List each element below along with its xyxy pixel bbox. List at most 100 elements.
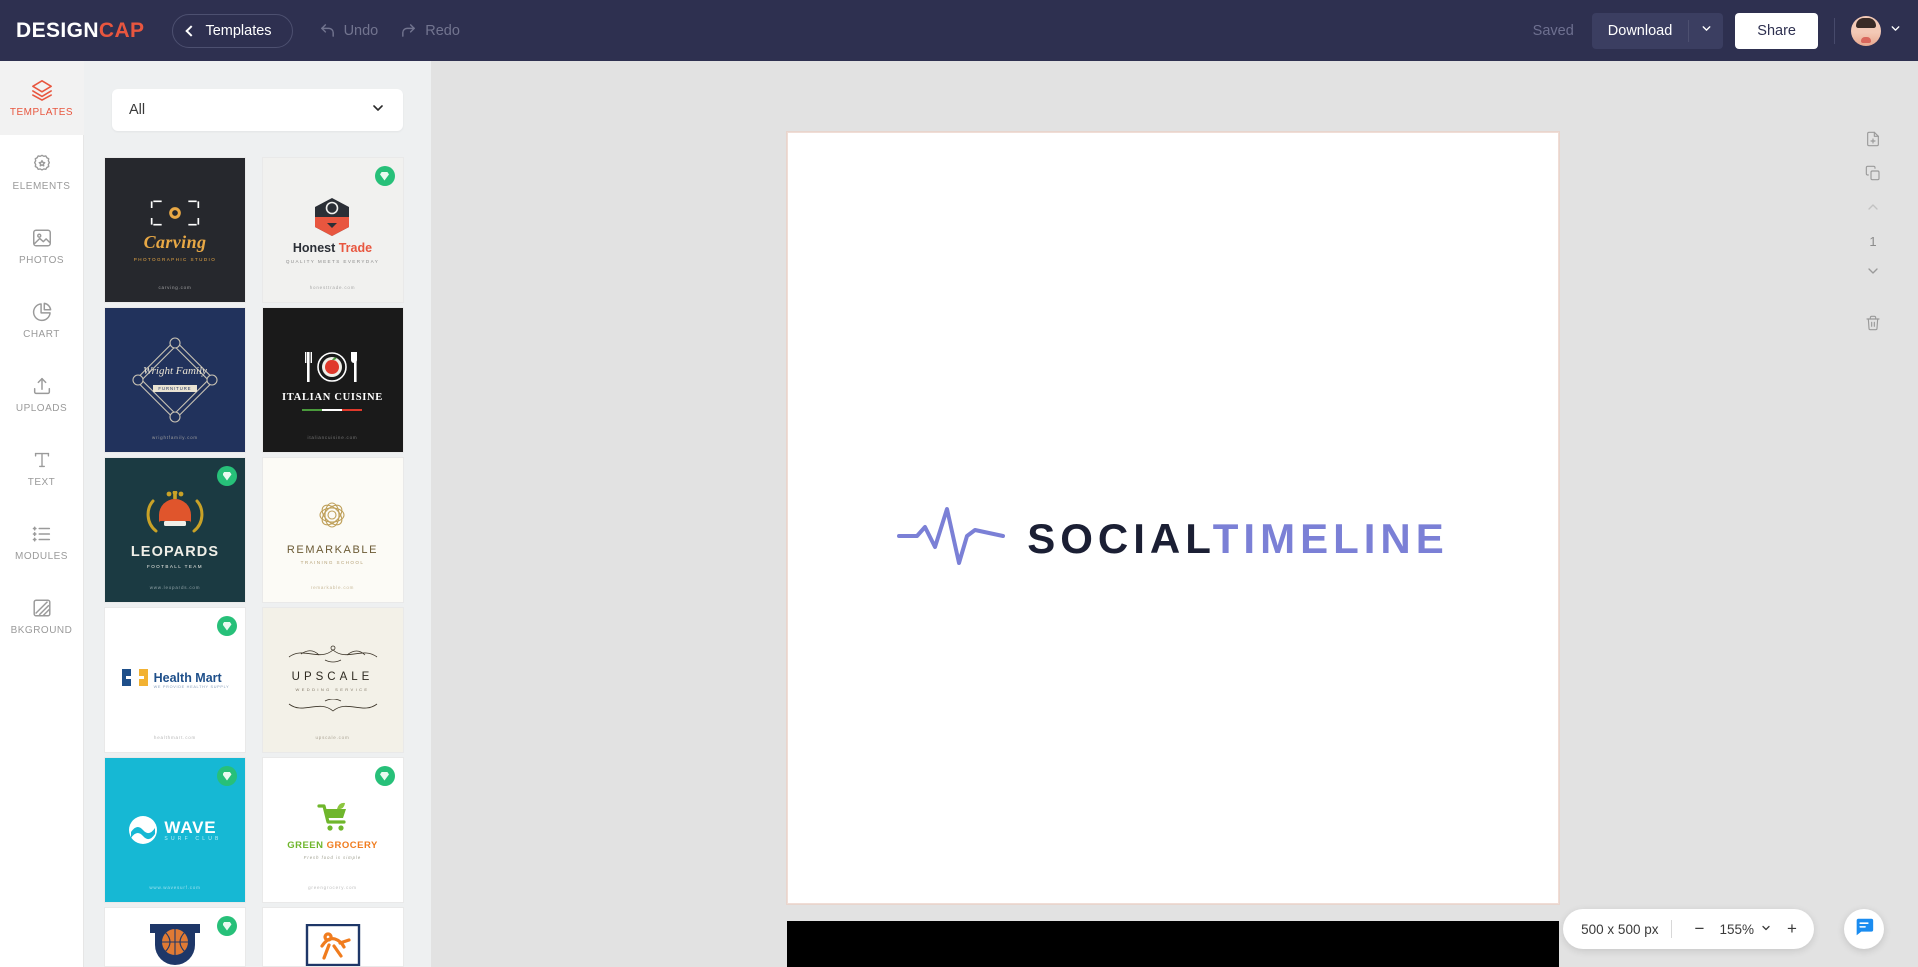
page-tools: 1 (1857, 124, 1889, 342)
zoom-level-value: 155% (1719, 921, 1754, 937)
sidebar-item-modules[interactable]: MODULES (0, 505, 84, 579)
sidebar-item-label: CHART (23, 328, 60, 340)
zoom-level-dropdown[interactable]: 155% (1719, 922, 1772, 937)
pulse-wave-icon (897, 505, 1006, 572)
template-card[interactable]: GREEN GROCERY Fresh food is simple green… (261, 757, 404, 903)
upload-icon (31, 375, 53, 397)
template-name: ITALIAN CUISINE (281, 391, 384, 403)
text-t-icon (31, 449, 53, 471)
category-dropdown[interactable]: All (112, 89, 403, 131)
chat-bubble-icon (1853, 916, 1875, 943)
page-move-up-button[interactable] (1857, 192, 1889, 226)
trash-icon (1865, 315, 1881, 336)
sidebar-item-label: ELEMENTS (12, 180, 71, 192)
template-card[interactable]: Health Mart WE PROVIDE HEALTHY SUPPLY he… (104, 607, 246, 753)
template-card[interactable]: REMARKABLE TRAINING SCHOOL remarkable.co… (261, 457, 404, 603)
page-number: 1 (1869, 233, 1877, 249)
canvas-dimensions: 500 x 500 px (1581, 921, 1659, 937)
premium-badge-icon (217, 616, 237, 636)
template-footer: greengrocery.com (308, 885, 357, 890)
add-page-button[interactable] (1857, 124, 1889, 158)
zoom-in-button[interactable]: + (1778, 915, 1806, 943)
account-menu-button[interactable] (1889, 22, 1902, 40)
feedback-chat-button[interactable] (1844, 909, 1884, 949)
template-footer: www.leopards.com (149, 585, 201, 590)
chevron-down-icon (1865, 263, 1881, 284)
template-name: UPSCALE (291, 670, 374, 683)
top-bar: DESIGNCAP Templates Undo Redo Saved Down… (0, 0, 1918, 61)
canvas-page-1[interactable]: SOCIALTIMELINE socialtimeline.io (786, 131, 1560, 947)
zoom-out-button[interactable]: − (1685, 915, 1713, 943)
template-card[interactable]: Honest Trade QUALITY MEETS EVERYDAY hone… (261, 157, 404, 303)
undo-icon (319, 22, 336, 39)
badge-star-icon (31, 153, 53, 175)
download-dropdown-button[interactable] (1689, 13, 1723, 49)
duplicate-page-icon (1865, 165, 1881, 186)
sidebar-item-text[interactable]: TEXT (0, 431, 84, 505)
brand-part-two: TIMELINE (1212, 514, 1449, 562)
zoom-bar: 500 x 500 px − 155% + (1563, 909, 1814, 949)
canvas-brand-text: SOCIALTIMELINE (1027, 514, 1449, 562)
template-card[interactable]: WAVE SURF CLUB www.wavesurf.com (104, 757, 246, 903)
share-button[interactable]: Share (1735, 12, 1818, 49)
template-sub: WEDDING SERVICE (295, 686, 370, 692)
template-footer: remarkable.com (310, 585, 355, 590)
template-name: Carving (143, 232, 207, 252)
layers-icon (31, 79, 53, 101)
template-card[interactable]: UPSCALE WEDDING SERVICE upscale.com (261, 607, 404, 753)
sidebar-item-chart[interactable]: CHART (0, 283, 84, 357)
image-icon (31, 227, 53, 249)
template-card[interactable]: Wright Family FURNITURE wrightfamily.com (104, 307, 246, 453)
redo-icon (400, 22, 417, 39)
undo-label: Undo (343, 22, 379, 39)
sidebar-item-elements[interactable]: ELEMENTS (0, 135, 84, 209)
template-footer: healthmart.com (153, 735, 197, 740)
premium-badge-icon (217, 466, 237, 486)
template-card[interactable] (261, 907, 404, 967)
template-footer: www.wavesurf.com (149, 885, 201, 890)
sidebar-item-photos[interactable]: PHOTOS (0, 209, 84, 283)
template-sub: PHOTOGRAPHIC STUDIO (133, 257, 217, 262)
avatar[interactable] (1851, 15, 1881, 46)
premium-badge-icon (374, 166, 395, 186)
template-name: GREEN GROCERY (287, 839, 378, 851)
sidebar-item-label: UPLOADS (15, 402, 68, 414)
sidebar-item-label: TEXT (27, 476, 56, 488)
template-card[interactable]: ITALIAN CUISINE italiancuisine.com (261, 307, 404, 453)
category-dropdown-value: All (129, 102, 146, 118)
background-icon (31, 597, 53, 619)
page-move-down-button[interactable] (1857, 256, 1889, 290)
template-sub: QUALITY MEETS EVERYDAY (285, 258, 380, 264)
template-card[interactable]: LEOPARDS FOOTBALL TEAM www.leopards.com (104, 457, 246, 603)
download-button[interactable]: Download (1592, 13, 1689, 49)
redo-button[interactable]: Redo (400, 22, 460, 39)
delete-page-button[interactable] (1857, 308, 1889, 342)
duplicate-page-button[interactable] (1857, 158, 1889, 192)
undo-button[interactable]: Undo (319, 22, 379, 39)
canvas-page-2[interactable] (787, 921, 1559, 967)
template-name: REMARKABLE (286, 544, 379, 556)
templates-back-button[interactable]: Templates (172, 13, 293, 48)
canvas-logo-group[interactable]: SOCIALTIMELINE (788, 505, 1558, 572)
template-name: Health Mart (153, 671, 222, 685)
sidebar-item-bkground[interactable]: BKGROUND (0, 579, 84, 653)
sidebar-item-label: MODULES (15, 550, 68, 562)
template-grid: Carving PHOTOGRAPHIC STUDIO carving.com … (84, 157, 431, 967)
chevron-up-icon (1865, 199, 1881, 220)
chevron-down-icon (370, 100, 386, 121)
template-name: Wright Family (143, 364, 207, 377)
template-name: WAVE (164, 817, 217, 837)
chevron-down-icon (1889, 22, 1902, 39)
app-logo[interactable]: DESIGNCAP (16, 19, 144, 43)
sidebar-item-templates[interactable]: TEMPLATES (0, 61, 84, 135)
pie-chart-icon (31, 301, 53, 323)
sidebar-item-uploads[interactable]: UPLOADS (0, 357, 84, 431)
template-sub: SURF CLUB (164, 835, 222, 842)
templates-panel: All Carving PHOTOGRAPHIC STUDIO carving.… (84, 61, 431, 967)
chevron-down-icon (1700, 22, 1713, 40)
template-card[interactable] (104, 907, 246, 967)
template-sub: TRAINING SCHOOL (300, 560, 365, 565)
template-card[interactable]: Carving PHOTOGRAPHIC STUDIO carving.com (104, 157, 246, 303)
logo-accent-text: CAP (98, 18, 145, 42)
template-sub: FOOTBALL TEAM (147, 564, 203, 569)
